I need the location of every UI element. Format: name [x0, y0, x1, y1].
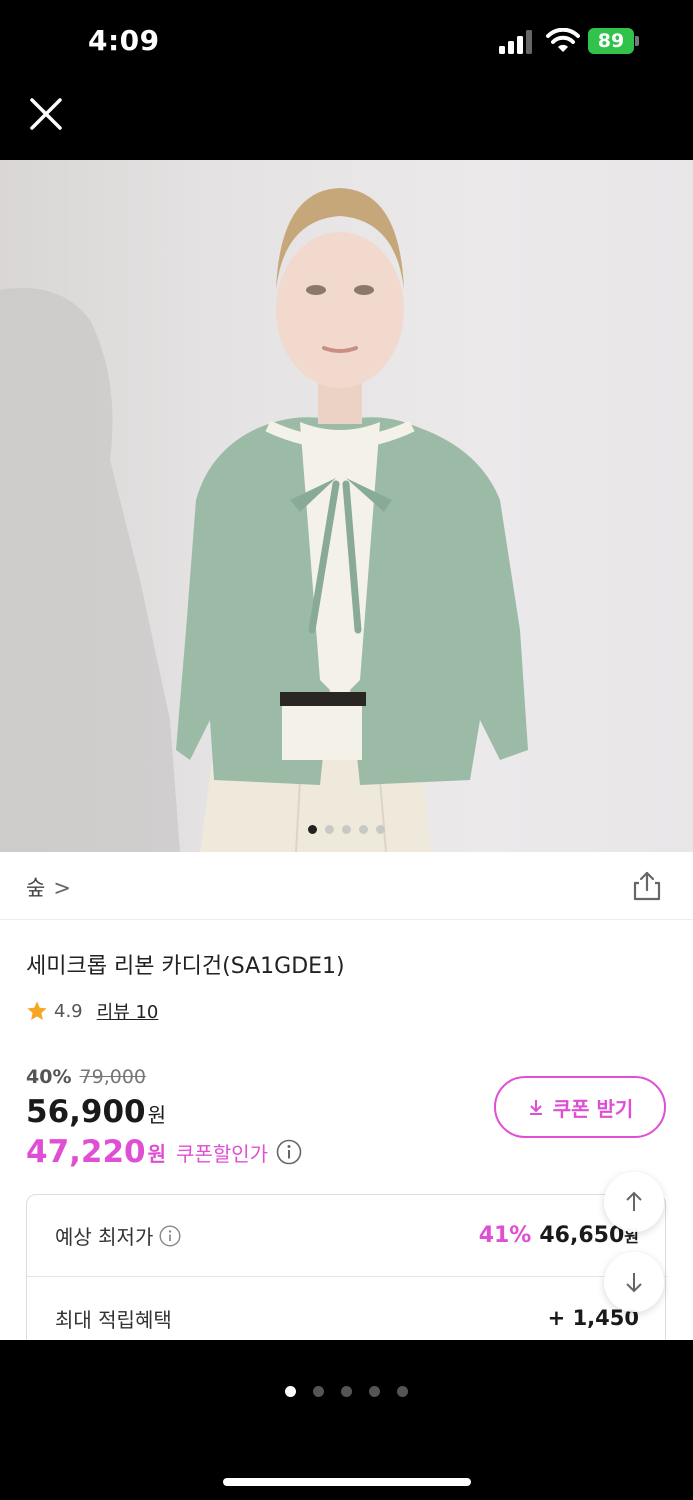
coupon-price: 47,220	[26, 1134, 146, 1170]
rating-row: 4.9 리뷰 10	[26, 998, 158, 1024]
rating-value: 4.9	[54, 1000, 83, 1022]
header	[0, 88, 693, 160]
bottom-bar	[0, 1340, 693, 1500]
brand-name: 숲	[26, 876, 46, 900]
model-illustration	[0, 188, 528, 852]
share-icon[interactable]	[632, 870, 662, 902]
page-dot[interactable]	[369, 1386, 380, 1397]
coupon-download-button[interactable]: 쿠폰 받기	[494, 1076, 666, 1138]
points-label: 최대 적립혜택	[55, 1307, 172, 1332]
lowest-price: 46,650	[539, 1223, 625, 1248]
arrow-down-icon	[626, 1273, 642, 1293]
product-title: 세미크롭 리본 카디건(SA1GDE1)	[26, 954, 345, 979]
download-icon	[529, 1100, 542, 1115]
lowest-price-label: 예상 최저가	[55, 1225, 154, 1249]
battery-icon: 89	[588, 28, 640, 54]
lowest-rate: 41%	[478, 1223, 532, 1248]
brand-row: 숲 >	[0, 852, 693, 920]
lowest-price-values: 41% 46,650 원	[479, 1223, 639, 1248]
discount-rate: 40%	[26, 1066, 72, 1088]
page-dot[interactable]	[397, 1386, 408, 1397]
scroll-down-button[interactable]	[604, 1252, 664, 1312]
home-indicator[interactable]	[223, 1478, 471, 1486]
scroll-up-button[interactable]	[604, 1172, 664, 1232]
brand-link[interactable]: 숲 >	[26, 872, 71, 902]
review-link[interactable]: 리뷰 10	[97, 998, 159, 1024]
points-row[interactable]: 최대 적립혜택 + 1,450	[27, 1277, 667, 1340]
discount-row: 40% 79,000	[26, 1066, 146, 1088]
chevron-right-icon: >	[53, 876, 71, 900]
lowest-price-row[interactable]: 예상 최저가 41% 46,650 원	[27, 1195, 667, 1277]
page-dot[interactable]	[313, 1386, 324, 1397]
coupon-price-row: 47,220 원 쿠폰할인가	[26, 1134, 302, 1170]
coupon-button-label: 쿠폰 받기	[552, 1096, 634, 1121]
info-icon[interactable]	[276, 1139, 302, 1165]
page-dot[interactable]	[285, 1386, 296, 1397]
sale-price: 56,900	[26, 1094, 146, 1130]
status-bar: 4:09 89	[0, 0, 693, 88]
info-icon[interactable]	[159, 1224, 181, 1247]
coupon-price-label: 쿠폰할인가	[176, 1141, 269, 1166]
close-icon[interactable]	[26, 94, 66, 134]
coupon-price-unit: 원	[147, 1141, 167, 1166]
page-dot[interactable]	[341, 1386, 352, 1397]
price-row: 56,900 원	[26, 1094, 166, 1130]
page-indicator[interactable]	[285, 1386, 408, 1397]
price-unit: 원	[147, 1103, 167, 1127]
battery-level: 89	[588, 28, 634, 54]
star-icon	[27, 1001, 47, 1020]
wifi-icon	[546, 28, 580, 52]
photo-pager-dots	[308, 825, 385, 834]
arrow-up-icon	[626, 1191, 642, 1211]
benefit-box: 예상 최저가 41% 46,650 원 최대 적립혜택 + 1,450	[26, 1194, 667, 1340]
status-time: 4:09	[88, 24, 160, 57]
lowest-price-label-wrap: 예상 최저가	[55, 1221, 181, 1250]
signal-icon	[499, 30, 532, 54]
product-photo[interactable]	[0, 160, 693, 852]
original-price: 79,000	[79, 1066, 147, 1088]
product-info: 숲 > 세미크롭 리본 카디건(SA1GDE1) 4.9 리뷰 10 40% 79…	[0, 852, 693, 1340]
